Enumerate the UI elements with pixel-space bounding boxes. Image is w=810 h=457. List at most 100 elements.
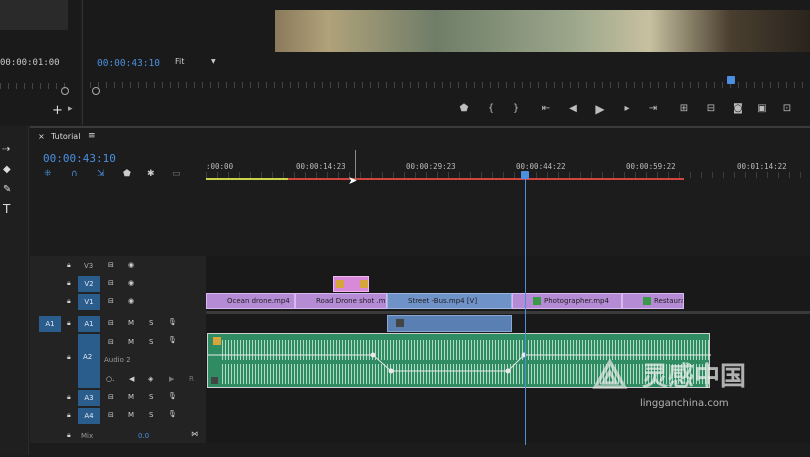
watermark: ⟁ 灵感中国 lingganchina.com (592, 352, 792, 412)
mix-value[interactable]: 0.0 (138, 432, 149, 440)
mute-button[interactable]: M (128, 393, 134, 401)
step-back-icon[interactable]: ◀ (566, 102, 580, 116)
lock-icon[interactable]: 🔒︎ (67, 279, 71, 288)
go-to-out-icon[interactable]: ⇥ (646, 102, 660, 116)
timeline-timecode[interactable]: 00:00:43:10 (43, 152, 116, 165)
sequence-tab[interactable]: Tutorial (51, 132, 80, 141)
program-ruler[interactable] (90, 82, 810, 88)
settings-icon[interactable]: ⊡ (780, 102, 794, 116)
keyframe[interactable] (505, 368, 511, 374)
microphone-icon[interactable]: 🎙︎ (168, 336, 177, 344)
lock-icon[interactable]: 🔒︎ (67, 319, 71, 328)
microphone-icon[interactable]: 🎙︎ (168, 410, 177, 418)
lock-icon[interactable]: 🔒︎ (67, 261, 71, 270)
read-button[interactable]: R (189, 375, 194, 383)
sync-lock-icon[interactable]: ⊟ (108, 411, 114, 419)
sync-lock-icon[interactable]: ⊟ (108, 338, 114, 346)
eye-icon[interactable]: ◉ (128, 261, 134, 269)
mute-button[interactable]: M (128, 411, 134, 419)
next-keyframe-icon[interactable]: ▶ (169, 375, 174, 383)
play-icon[interactable]: ▶ (593, 102, 607, 116)
more-icon[interactable]: ▸ (68, 104, 73, 114)
track-label-a3[interactable]: A3 (78, 390, 100, 406)
lock-icon[interactable]: 🔒︎ (67, 431, 71, 440)
mute-button[interactable]: M (128, 319, 134, 327)
track-label-a2[interactable]: A2 (83, 353, 92, 361)
volume-icon[interactable]: ○. (106, 375, 114, 383)
solo-button[interactable]: S (149, 411, 153, 419)
program-timecode[interactable]: 00:00:43:10 (97, 58, 160, 69)
lock-icon[interactable]: 🔒︎ (67, 297, 71, 306)
track-name-a2: Audio 2 (104, 356, 131, 364)
close-icon[interactable]: × (38, 132, 45, 141)
fit-dropdown[interactable]: Fit ▼ (175, 55, 221, 68)
clip-restaurant[interactable]: Restaurant. (622, 293, 684, 309)
sync-lock-icon[interactable]: ⊟ (108, 297, 114, 305)
solo-button[interactable]: S (149, 393, 153, 401)
source-patch-a1[interactable]: A1 (39, 316, 61, 332)
camera-icon[interactable]: ◙ (731, 102, 745, 116)
snap-icon[interactable]: ∩ (71, 169, 78, 179)
keyframe[interactable] (388, 368, 394, 374)
captions-icon[interactable]: ▭ (172, 169, 181, 179)
add-icon[interactable]: + (52, 103, 63, 118)
extract-icon[interactable]: ⊟ (704, 102, 718, 116)
sync-lock-icon[interactable]: ⊟ (108, 319, 114, 327)
solo-button[interactable]: S (149, 338, 153, 346)
go-to-in-icon[interactable]: ⇤ (539, 102, 553, 116)
menu-icon[interactable]: ≡ (88, 131, 96, 141)
type-tool-icon[interactable]: T (3, 202, 10, 216)
clip-photographer[interactable]: Photographer.mp4 (512, 293, 622, 309)
track-select-icon[interactable]: ⇢ (2, 144, 10, 155)
track-label-a1[interactable]: A1 (78, 316, 100, 332)
timeline-playhead-line (525, 179, 526, 445)
sync-lock-icon[interactable]: ⊟ (108, 279, 114, 287)
add-keyframe-icon[interactable]: ◈ (148, 375, 153, 383)
microphone-icon[interactable]: 🎙︎ (168, 392, 177, 400)
fit-timeline-icon[interactable]: ⋈ (191, 430, 198, 438)
add-marker-icon[interactable]: ⬟ (457, 102, 471, 116)
mark-in-icon[interactable]: { (484, 102, 498, 116)
lock-icon[interactable]: 🔒︎ (67, 353, 71, 362)
solo-button[interactable]: S (149, 319, 153, 327)
nest-icon[interactable]: ⁜ (44, 169, 52, 179)
program-in-handle[interactable] (92, 87, 100, 95)
clip-label: Restaurant. (654, 297, 684, 305)
lift-icon[interactable]: ⊞ (677, 102, 691, 116)
compare-icon[interactable]: ▣ (755, 102, 769, 116)
source-ruler[interactable] (0, 83, 70, 89)
razor-icon[interactable]: ◆ (3, 164, 11, 175)
mark-out-icon[interactable]: } (509, 102, 523, 116)
microphone-icon[interactable]: 🎙︎ (168, 318, 177, 326)
keyframe[interactable] (370, 352, 376, 358)
track-divider (206, 311, 810, 314)
source-playhead[interactable] (61, 87, 69, 95)
fx-icon (396, 319, 404, 327)
pen-icon[interactable]: ✎ (3, 184, 11, 195)
add-marker-timeline-icon[interactable]: ⬟ (123, 169, 131, 179)
sync-lock-icon[interactable]: ⊟ (108, 261, 114, 269)
track-label-v2[interactable]: V2 (78, 276, 100, 292)
a1-clip-street-bus[interactable] (387, 315, 512, 332)
lock-icon[interactable]: 🔒︎ (67, 393, 71, 402)
mute-button[interactable]: M (128, 338, 134, 346)
track-label-a4[interactable]: A4 (78, 408, 100, 424)
v2-clip[interactable] (333, 276, 369, 292)
clip-street-bus[interactable]: Street -Bus.mp4 [V] (387, 293, 512, 309)
wrench-icon[interactable]: ✱ (147, 169, 155, 179)
step-forward-icon[interactable]: ▸ (620, 102, 634, 116)
sync-lock-icon[interactable]: ⊟ (108, 393, 114, 401)
eye-icon[interactable]: ◉ (128, 279, 134, 287)
clip-ocean-drone[interactable]: Ocean drone.mp4 (206, 293, 295, 309)
timeline-playhead-handle[interactable] (521, 171, 529, 179)
program-playhead[interactable] (727, 76, 735, 84)
lock-icon[interactable]: 🔒︎ (67, 411, 71, 420)
transport-controls: ⬟ { } ⇤ ◀ ▶ ▸ ⇥ ⊞ ⊟ ◙ ▣ ⊡ (455, 102, 810, 118)
ruler-label: 00:00:29:23 (406, 162, 456, 171)
time-ruler[interactable]: :00:00 00:00:14:23 00:00:29:23 00:00:44:… (206, 150, 810, 186)
prev-keyframe-icon[interactable]: ◀ (129, 375, 134, 383)
track-label-v1[interactable]: V1 (78, 294, 100, 310)
eye-icon[interactable]: ◉ (128, 297, 134, 305)
linked-selection-icon[interactable]: ⇲ (97, 169, 105, 179)
clip-road-drone[interactable]: Road Drone shot .mp (295, 293, 387, 309)
